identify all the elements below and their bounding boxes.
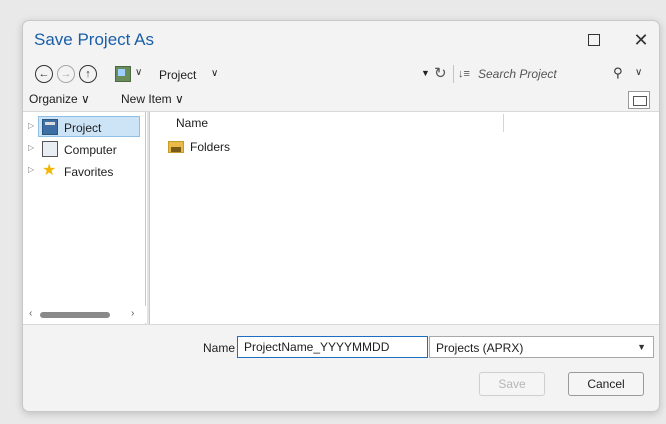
cancel-button[interactable]: Cancel <box>568 372 644 396</box>
pane-splitter[interactable] <box>147 112 150 324</box>
list-item-label: Folders <box>190 140 231 154</box>
address-dropdown-icon[interactable]: ▼ <box>421 68 430 78</box>
column-header-name[interactable]: Name <box>176 116 208 130</box>
chevron-down-icon: ▼ <box>637 342 646 352</box>
up-button[interactable]: ↑ <box>79 65 97 83</box>
search-chevron-icon[interactable]: ∨ <box>635 67 642 78</box>
project-icon <box>42 119 58 135</box>
computer-icon <box>42 141 58 157</box>
save-button[interactable]: Save <box>479 372 545 396</box>
command-toolbar: Organize ∨ New Item ∨ <box>23 87 659 109</box>
maximize-button[interactable] <box>579 27 609 53</box>
tree-item-label: Favorites <box>64 165 114 179</box>
scroll-right-icon[interactable]: › <box>131 308 134 319</box>
location-icon[interactable] <box>115 66 131 82</box>
expand-arrow-icon[interactable]: ▷ <box>28 143 34 152</box>
column-divider[interactable] <box>503 114 504 132</box>
tree-item-favorites[interactable]: ▷ ★ Favorites <box>23 160 146 182</box>
scroll-left-icon[interactable]: ‹ <box>29 308 32 319</box>
breadcrumb-chevron-icon[interactable]: ∨ <box>211 68 218 79</box>
close-button[interactable]: ✕ <box>626 27 656 53</box>
title-bar: Save Project As ✕ <box>23 21 659 61</box>
organize-menu[interactable]: Organize ∨ <box>29 92 90 106</box>
back-button[interactable]: ← <box>35 65 53 83</box>
dialog-title: Save Project As <box>34 30 155 49</box>
file-list: Name Folders <box>151 112 659 324</box>
navigation-bar: ← → ↑ ∨ Project ∨ ▼ ↻ ↓≡ Search Project … <box>23 62 659 86</box>
expand-arrow-icon[interactable]: ▷ <box>28 165 34 174</box>
tree-horizontal-scrollbar[interactable]: ‹ › <box>23 306 146 323</box>
breadcrumb-project[interactable]: Project <box>159 68 196 82</box>
folder-icon <box>168 141 184 153</box>
star-icon: ★ <box>42 162 57 179</box>
tree-item-label: Project <box>64 121 102 135</box>
tree-item-project[interactable]: ▷ Project <box>23 116 146 138</box>
name-input[interactable] <box>237 336 428 358</box>
list-item[interactable]: Folders <box>151 136 659 158</box>
save-project-dialog: Save Project As ✕ ← → ↑ ∨ Project ∨ ▼ ↻ … <box>22 20 660 412</box>
expand-arrow-icon[interactable]: ▷ <box>28 121 34 130</box>
forward-button[interactable]: → <box>57 65 75 83</box>
scroll-thumb[interactable] <box>40 312 110 318</box>
sort-icon[interactable]: ↓≡ <box>453 65 475 83</box>
file-type-value: Projects (APRX) <box>436 341 524 355</box>
search-icon[interactable]: ⚲ <box>613 65 623 81</box>
tree-item-computer[interactable]: ▷ Computer <box>23 138 146 160</box>
view-options-icon[interactable] <box>628 91 650 109</box>
name-label: Name <box>203 341 236 355</box>
list-header: Name <box>151 112 659 133</box>
new-item-menu[interactable]: New Item ∨ <box>121 92 184 106</box>
tree-item-label: Computer <box>64 143 117 157</box>
browse-pane: ▷ Project ▷ Computer ▷ ★ Favorites ‹ › N… <box>23 111 659 325</box>
navigation-tree: ▷ Project ▷ Computer ▷ ★ Favorites ‹ › <box>23 112 146 324</box>
file-type-select[interactable]: Projects (APRX) ▼ <box>429 336 654 358</box>
location-chevron-icon[interactable]: ∨ <box>135 67 142 78</box>
refresh-icon[interactable]: ↻ <box>434 64 447 82</box>
